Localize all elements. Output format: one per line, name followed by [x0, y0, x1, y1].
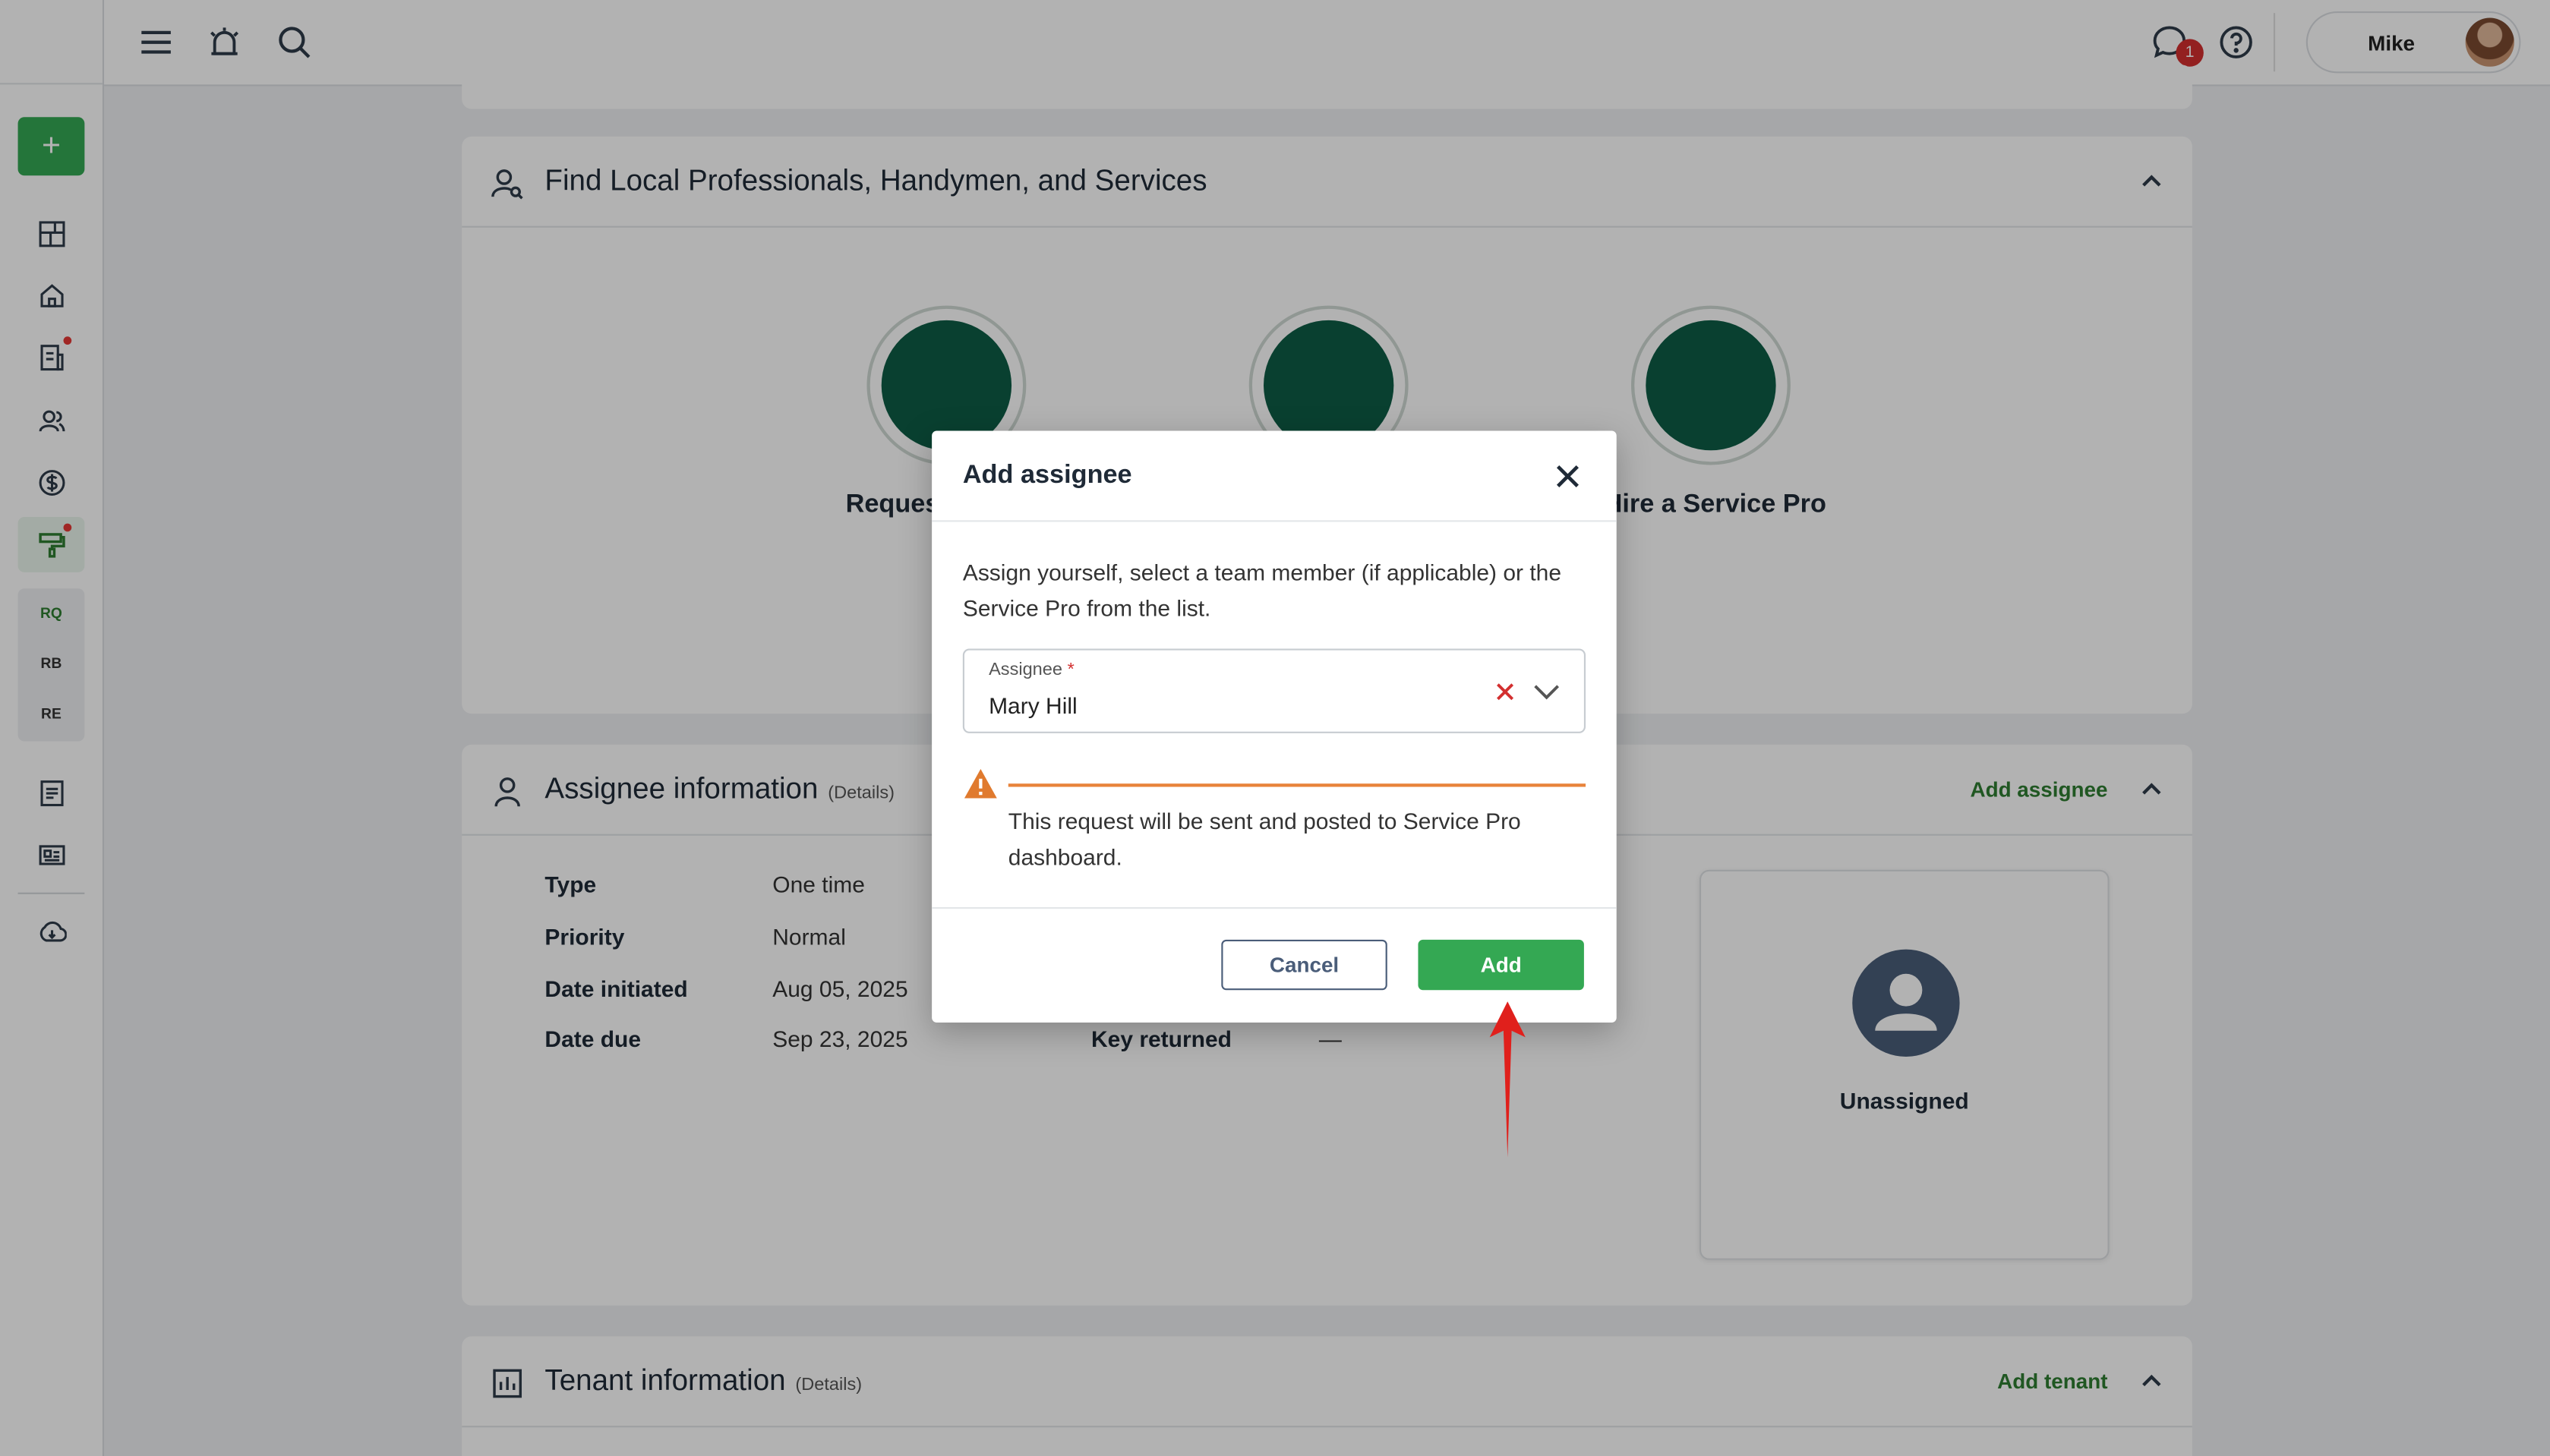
warning-rule	[1008, 783, 1586, 787]
warning-icon	[964, 768, 997, 799]
dialog-description: Assign yourself, select a team member (i…	[962, 559, 1562, 622]
dialog-divider	[932, 520, 1617, 522]
dialog-title: Add assignee	[962, 462, 1132, 490]
add-button[interactable]: Add	[1418, 939, 1584, 991]
close-icon[interactable]	[1551, 460, 1584, 493]
cancel-button[interactable]: Cancel	[1221, 939, 1387, 991]
assignee-select[interactable]: Assignee * Mary Hill	[962, 648, 1586, 733]
assignee-field-label: Assignee *	[989, 660, 1075, 680]
dialog-footer-divider	[932, 907, 1617, 909]
warning-text: This request will be sent and posted to …	[1008, 808, 1521, 870]
assignee-value: Mary Hill	[989, 692, 1078, 719]
annotation-arrow-icon	[1489, 1001, 1526, 1158]
add-assignee-dialog: Add assignee Assign yourself, select a t…	[932, 430, 1617, 1023]
chevron-down-icon[interactable]	[1534, 679, 1560, 702]
clear-selection-icon[interactable]	[1494, 681, 1516, 702]
